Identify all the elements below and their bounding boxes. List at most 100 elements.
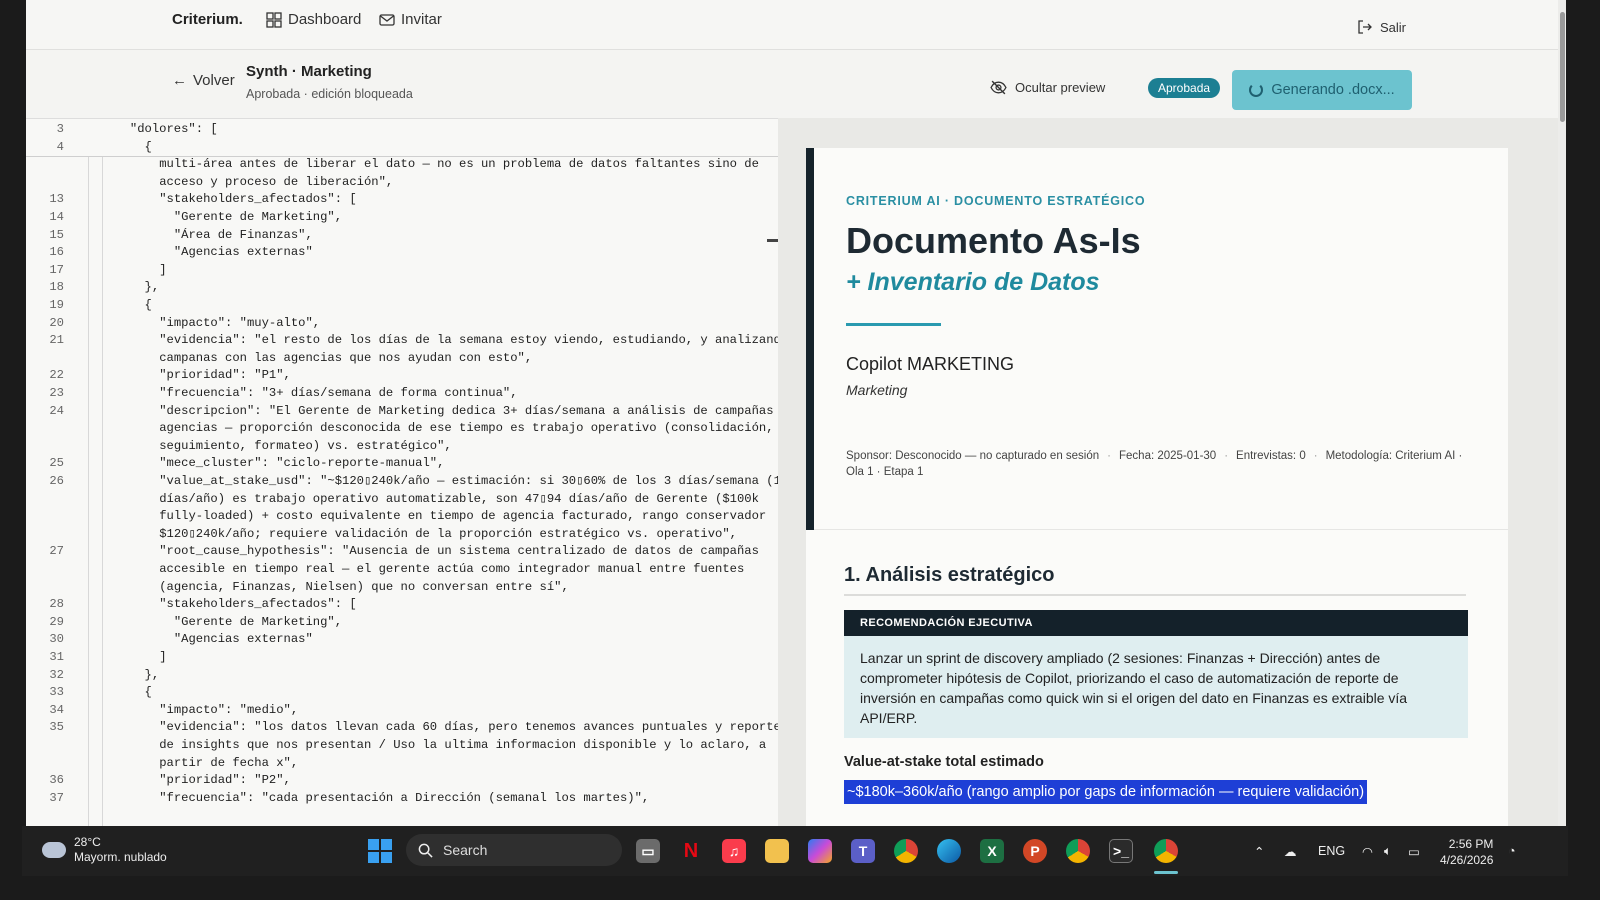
chrome-icon[interactable] bbox=[894, 839, 918, 863]
window-scrollbar[interactable] bbox=[1558, 0, 1566, 826]
meta-entrevistas: Entrevistas: 0 bbox=[1236, 450, 1306, 462]
code-text: }, bbox=[144, 280, 160, 295]
code-line[interactable]: 21 "evidencia": "el resto de los días de … bbox=[26, 331, 778, 349]
back-button[interactable]: ← Volver bbox=[172, 72, 235, 89]
meta-separator: · bbox=[1107, 450, 1112, 462]
generate-docx-button[interactable]: Generando .docx... bbox=[1232, 70, 1412, 110]
code-line[interactable]: campanas con las agencias que nos ayudan… bbox=[26, 349, 778, 367]
code-line[interactable]: 28 "stakeholders_afectados": [ bbox=[26, 595, 778, 613]
code-line[interactable]: 13 "stakeholders_afectados": [ bbox=[26, 190, 778, 208]
system-clock[interactable]: 2:56 PM 4/26/2026 bbox=[1440, 836, 1493, 868]
code-text: "frecuencia": "cada presentación a Direc… bbox=[159, 790, 650, 805]
code-line[interactable]: seguimiento, formateo) vs. estratégico", bbox=[26, 437, 778, 455]
powerpoint-icon[interactable]: P bbox=[1023, 839, 1047, 863]
code-line[interactable]: partir de fecha x", bbox=[26, 754, 778, 772]
code-line[interactable]: 15 "Área de Finanzas", bbox=[26, 226, 778, 244]
code-line[interactable]: 35 "evidencia": "los datos llevan cada 60… bbox=[26, 718, 778, 736]
code-line[interactable]: 30 "Agencias externas" bbox=[26, 630, 778, 648]
document-subheading: + Inventario de Datos bbox=[846, 268, 1100, 296]
code-text: "Gerente de Marketing", bbox=[173, 614, 343, 629]
window-scrollbar-thumb[interactable] bbox=[1560, 12, 1565, 122]
code-line[interactable]: días/año) es trabajo operativo automatiz… bbox=[26, 490, 778, 508]
volume-icon[interactable]: 🔈︎ bbox=[1384, 826, 1392, 876]
code-line[interactable]: 31] bbox=[26, 648, 778, 666]
show-hidden-icons[interactable]: ⌃ bbox=[1254, 826, 1264, 876]
battery-icon[interactable]: ▭ bbox=[1408, 826, 1420, 876]
onedrive-icon[interactable]: ☁ bbox=[1284, 826, 1297, 876]
windows-start-button[interactable] bbox=[368, 839, 392, 863]
code-text: ] bbox=[159, 262, 167, 277]
code-line[interactable]: 34 "impacto": "medio", bbox=[26, 701, 778, 719]
code-line[interactable]: 32}, bbox=[26, 666, 778, 684]
code-text: { bbox=[144, 139, 152, 154]
edge-icon[interactable] bbox=[937, 839, 961, 863]
code-line[interactable]: 20 "impacto": "muy-alto", bbox=[26, 314, 778, 332]
code-line[interactable]: 14 "Gerente de Marketing", bbox=[26, 208, 778, 226]
clock-date: 4/26/2026 bbox=[1440, 853, 1494, 867]
code-line[interactable]: fully-loaded) + costo equivalente en tie… bbox=[26, 507, 778, 525]
notification-bell-icon[interactable]: ◔ bbox=[1508, 826, 1516, 876]
taskbar-search[interactable]: Search bbox=[406, 834, 622, 866]
code-line[interactable]: 25 "mece_cluster": "ciclo-reporte-manual"… bbox=[26, 454, 778, 472]
netflix-icon[interactable]: N bbox=[679, 839, 703, 863]
code-line[interactable]: $120▯240k/año; requiere validación de la… bbox=[26, 525, 778, 543]
line-number: 28 bbox=[49, 597, 64, 612]
document-page: CRITERIUM AI · DOCUMENTO ESTRATÉGICO Doc… bbox=[806, 148, 1508, 826]
code-text: "prioridad": "P2", bbox=[159, 773, 291, 788]
chrome-active-icon[interactable] bbox=[1154, 839, 1178, 863]
code-line[interactable]: 23 "frecuencia": "3+ días/semana de forma… bbox=[26, 384, 778, 402]
code-line[interactable]: 17] bbox=[26, 261, 778, 279]
language-indicator[interactable]: ENG bbox=[1318, 826, 1345, 876]
code-line[interactable]: acceso y proceso de liberación", bbox=[26, 173, 778, 191]
line-number: 15 bbox=[49, 227, 64, 242]
file-explorer-icon[interactable]: ▭ bbox=[636, 839, 660, 863]
nav-dashboard[interactable]: Dashboard bbox=[266, 11, 361, 28]
logout-button[interactable]: Salir bbox=[1357, 19, 1406, 35]
code-text: ] bbox=[159, 650, 167, 664]
code-line[interactable]: accesible en tiempo real — el gerente ac… bbox=[26, 560, 778, 578]
brand-logo[interactable]: Criterium. bbox=[172, 11, 243, 28]
code-line[interactable]: 24 "descripcion": "El Gerente de Marketin… bbox=[26, 402, 778, 420]
code-line[interactable]: multi-área antes de liberar el dato — no… bbox=[26, 155, 778, 173]
music-icon[interactable]: ♫ bbox=[722, 839, 746, 863]
teams-icon[interactable]: T bbox=[851, 839, 875, 863]
code-line[interactable]: 19 { bbox=[26, 296, 778, 314]
code-line[interactable]: agencias — proporción desconocida de ese… bbox=[26, 419, 778, 437]
logout-label: Salir bbox=[1379, 19, 1406, 35]
nav-invitar[interactable]: Invitar bbox=[379, 11, 442, 28]
chrome-profile-icon[interactable] bbox=[1066, 839, 1090, 863]
code-text: agencias — proporción desconocida de ese… bbox=[159, 421, 774, 436]
search-label: Search bbox=[443, 842, 488, 858]
code-line[interactable]: 27 "root_cause_hypothesis": "Ausencia de … bbox=[26, 542, 778, 560]
search-icon bbox=[418, 843, 433, 858]
code-line[interactable]: (agencia, Finanzas, Nielsen) que no conv… bbox=[26, 578, 778, 596]
weather-widget[interactable]: 28°C Mayorm. nublado bbox=[40, 835, 167, 865]
json-code-editor[interactable]: 3 "dolores": [4{multi-área antes de liber… bbox=[26, 118, 778, 826]
code-line[interactable]: 33 { bbox=[26, 683, 778, 701]
code-line[interactable]: 16 "Agencias externas" bbox=[26, 243, 778, 261]
grid-icon bbox=[266, 11, 282, 28]
status-badge: Aprobada bbox=[1148, 78, 1221, 98]
code-line[interactable]: 36 "prioridad": "P2", bbox=[26, 771, 778, 789]
value-at-stake-value[interactable]: ~$180k–360k/año (rango amplio por gaps d… bbox=[844, 780, 1368, 804]
code-line[interactable]: 26 "value_at_stake_usd": "~$120▯240k/año … bbox=[26, 472, 778, 490]
code-line[interactable]: 29 "Gerente de Marketing", bbox=[26, 613, 778, 631]
code-line[interactable]: 18}, bbox=[26, 278, 778, 296]
line-number: 32 bbox=[49, 667, 64, 682]
excel-icon[interactable]: X bbox=[980, 839, 1004, 863]
code-line[interactable]: 37 "frecuencia": "cada presentación a Dir… bbox=[26, 789, 778, 807]
arrow-left-icon: ← bbox=[172, 72, 187, 89]
hide-preview-label: Ocultar preview bbox=[1015, 80, 1106, 95]
hide-preview-button[interactable]: Ocultar preview bbox=[990, 79, 1105, 96]
terminal-icon[interactable]: >_ bbox=[1109, 839, 1133, 863]
copilot-icon[interactable] bbox=[808, 839, 832, 863]
line-number: 24 bbox=[49, 403, 64, 418]
active-app-indicator bbox=[1154, 871, 1178, 874]
code-text: "Área de Finanzas", bbox=[173, 227, 313, 242]
code-line[interactable]: 3 "dolores": [ bbox=[26, 120, 778, 138]
folder-icon[interactable] bbox=[765, 839, 789, 863]
wifi-icon[interactable]: ◠ bbox=[1362, 826, 1373, 876]
code-line[interactable]: de insights que nos presentan / Uso la u… bbox=[26, 736, 778, 754]
code-line[interactable]: 4{ bbox=[26, 138, 778, 156]
code-line[interactable]: 22 "prioridad": "P1", bbox=[26, 366, 778, 384]
